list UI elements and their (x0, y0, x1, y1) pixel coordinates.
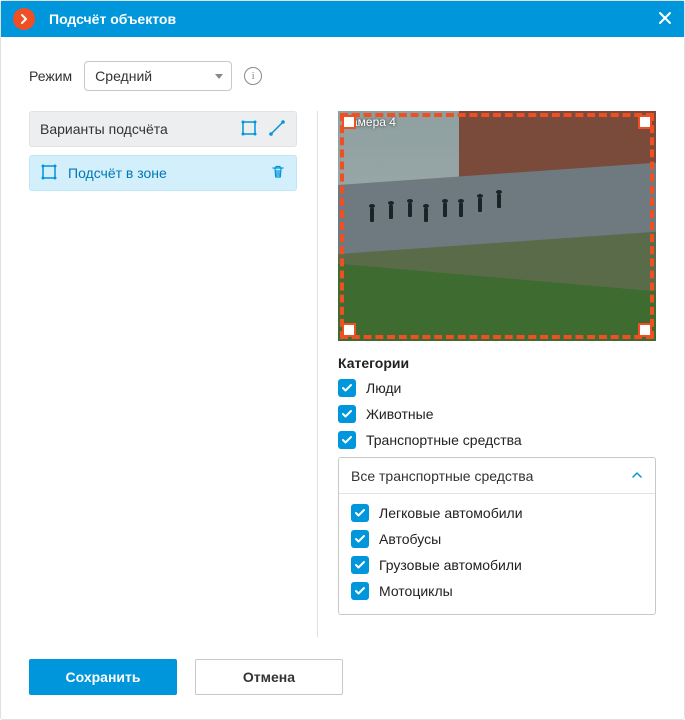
categories-section: Категории Люди Животные (338, 355, 656, 615)
variant-item-label: Подсчёт в зоне (68, 165, 270, 181)
column-divider (317, 111, 318, 637)
rectangle-tool-icon[interactable] (240, 119, 258, 140)
dialog-header: Подсчёт объектов (1, 1, 684, 37)
save-button[interactable]: Сохранить (29, 659, 177, 695)
info-icon[interactable]: i (244, 67, 262, 85)
cancel-button-label: Отмена (243, 669, 295, 685)
vehicle-option-row: Легковые автомобили (351, 504, 643, 522)
selection-handle-bl[interactable] (342, 323, 356, 337)
vehicle-option-label: Мотоциклы (379, 583, 453, 599)
rectangle-icon (40, 163, 58, 184)
categories-title: Категории (338, 355, 656, 371)
variant-item[interactable]: Подсчёт в зоне (29, 155, 297, 191)
checkbox-vehicles[interactable] (338, 431, 356, 449)
checkbox-people[interactable] (338, 379, 356, 397)
vehicle-option-label: Грузовые автомобили (379, 557, 522, 573)
vehicle-option-row: Мотоциклы (351, 582, 643, 600)
vehicle-option-row: Грузовые автомобили (351, 556, 643, 574)
checkbox-buses[interactable] (351, 530, 369, 548)
save-button-label: Сохранить (66, 669, 141, 685)
category-label: Люди (366, 380, 401, 396)
variants-header: Варианты подсчёта (29, 111, 297, 147)
camera-preview[interactable]: Камера 4 (338, 111, 656, 341)
variants-header-label: Варианты подсчёта (40, 121, 230, 137)
category-row: Люди (338, 379, 656, 397)
selection-rectangle[interactable] (340, 113, 654, 339)
vehicle-type-select[interactable]: Все транспортные средства (339, 458, 655, 494)
close-icon[interactable] (658, 9, 672, 30)
checkbox-animals[interactable] (338, 405, 356, 423)
mode-row: Режим Средний i (29, 61, 656, 91)
vehicle-option-label: Автобусы (379, 531, 441, 547)
vehicle-select-value: Все транспортные средства (351, 468, 631, 484)
checkbox-cars[interactable] (351, 504, 369, 522)
dialog-title: Подсчёт объектов (49, 11, 658, 27)
mode-select[interactable]: Средний (84, 61, 232, 91)
selection-handle-br[interactable] (638, 323, 652, 337)
vehicle-group: Все транспортные средства Легковые автом… (338, 457, 656, 615)
selection-handle-tr[interactable] (638, 115, 652, 129)
category-label: Транспортные средства (366, 432, 522, 448)
vehicle-option-label: Легковые автомобили (379, 505, 523, 521)
category-row: Животные (338, 405, 656, 423)
dialog-body: Режим Средний i Варианты подсчёта Подсчё… (1, 37, 684, 719)
vehicle-option-row: Автобусы (351, 530, 643, 548)
mode-value: Средний (95, 68, 152, 84)
left-panel: Варианты подсчёта Подсчёт в зоне (29, 111, 297, 637)
mode-label: Режим (29, 68, 72, 84)
cancel-button[interactable]: Отмена (195, 659, 343, 695)
line-tool-icon[interactable] (268, 119, 286, 140)
category-label: Животные (366, 406, 434, 422)
vehicle-options: Легковые автомобили Автобусы (339, 494, 655, 614)
checkbox-trucks[interactable] (351, 556, 369, 574)
dialog-footer: Сохранить Отмена (29, 637, 656, 695)
category-row: Транспортные средства (338, 431, 656, 449)
chevron-up-icon (631, 468, 643, 484)
right-panel: Камера 4 Категории Люди (338, 111, 656, 637)
delete-icon[interactable] (270, 164, 286, 183)
app-icon (13, 8, 35, 30)
checkbox-motorcycles[interactable] (351, 582, 369, 600)
selection-handle-tl[interactable] (342, 115, 356, 129)
